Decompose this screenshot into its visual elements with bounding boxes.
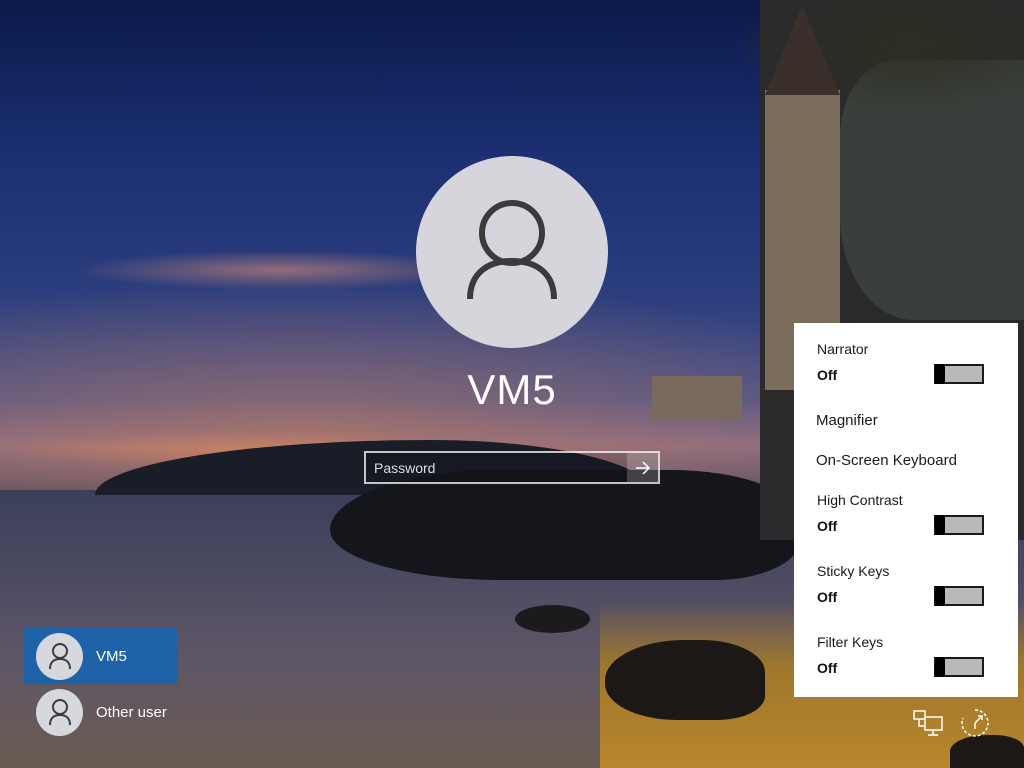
filter-keys-state: Off (817, 660, 838, 676)
ease-of-access-button[interactable] (958, 706, 992, 740)
user-tile-label: Other user (96, 703, 167, 721)
user-avatar (36, 688, 83, 736)
sticky-keys-label: Sticky Keys (817, 563, 890, 579)
network-button[interactable] (911, 706, 945, 740)
user-tile-label: VM5 (96, 647, 127, 665)
sticky-keys-state: Off (817, 589, 838, 605)
user-avatar (36, 632, 83, 680)
user-list: VM5 Other user (24, 628, 178, 740)
narrator-state: Off (817, 367, 838, 383)
ease-of-access-icon (961, 709, 989, 737)
high-contrast-state: Off (817, 518, 838, 534)
narrator-label: Narrator (817, 341, 869, 357)
on-screen-keyboard-item[interactable]: On-Screen Keyboard (816, 452, 957, 469)
filter-keys-toggle[interactable] (934, 657, 984, 677)
user-name: VM5 (467, 366, 557, 413)
person-icon (48, 699, 71, 726)
person-icon (467, 200, 557, 300)
submit-button[interactable] (627, 453, 658, 482)
password-input[interactable] (366, 453, 627, 482)
network-icon (913, 710, 943, 736)
user-tile-vm5[interactable]: VM5 (24, 628, 178, 684)
high-contrast-label: High Contrast (817, 492, 903, 508)
password-box (364, 451, 660, 484)
ease-of-access-panel: Narrator Off Magnifier On-Screen Keyboar… (794, 323, 1018, 697)
narrator-toggle[interactable] (934, 364, 984, 384)
arrow-right-icon (635, 460, 650, 475)
user-avatar-large (416, 156, 608, 348)
person-icon (48, 643, 71, 670)
sticky-keys-toggle[interactable] (934, 586, 984, 606)
magnifier-item[interactable]: Magnifier (816, 412, 878, 429)
user-tile-other-user[interactable]: Other user (24, 684, 178, 740)
filter-keys-label: Filter Keys (817, 634, 884, 650)
high-contrast-toggle[interactable] (934, 515, 984, 535)
